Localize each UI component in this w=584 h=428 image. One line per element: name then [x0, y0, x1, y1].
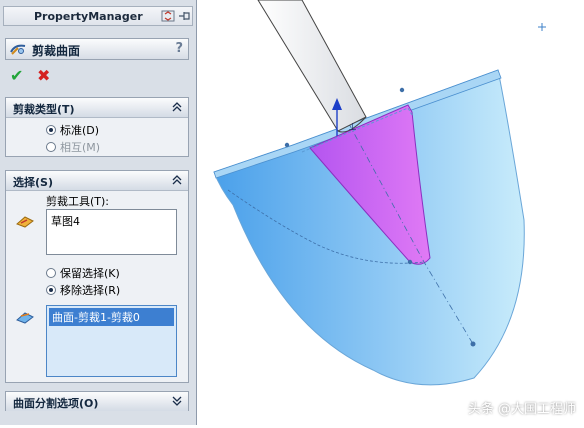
radio-dot-remove[interactable] [46, 285, 56, 295]
property-manager-header: PropertyManager [3, 6, 193, 26]
chevron-up-icon[interactable] [172, 102, 182, 112]
expand-icon[interactable] [161, 10, 175, 22]
radio-remove-label: 移除选择(R) [60, 284, 121, 297]
axis-marker: ⊥ [348, 122, 357, 133]
radio-keep-label: 保留选择(K) [60, 267, 120, 280]
selection-title: 选择(S) [13, 176, 53, 189]
help-icon[interactable]: ? [175, 41, 183, 56]
trim-type-header[interactable]: 剪裁类型(T) [6, 98, 188, 118]
radio-mutual-label: 相互(M) [60, 141, 101, 154]
split-options-title: 曲面分割选项(O) [13, 397, 99, 410]
split-options-header[interactable]: 曲面分割选项(O) [6, 392, 188, 411]
selected-items-list[interactable]: 曲面-剪裁1-剪裁0 [46, 305, 177, 377]
trim-tool-value[interactable]: 草图4 [51, 213, 80, 229]
split-options-group: 曲面分割选项(O) [5, 391, 189, 411]
feature-title-bar: 剪裁曲面 ? [5, 38, 189, 60]
radio-mutual: 相互(M) [46, 139, 100, 155]
trim-tool-label: 剪裁工具(T): [46, 195, 110, 208]
radio-dot-mutual [46, 142, 56, 152]
trim-type-title: 剪裁类型(T) [13, 103, 75, 116]
radio-standard[interactable]: 标准(D) [46, 122, 99, 138]
chevron-down-icon[interactable] [172, 396, 182, 406]
trim-tool-icon [16, 216, 34, 228]
radio-standard-label: 标准(D) [60, 124, 100, 137]
ok-button[interactable]: ✔ [10, 66, 23, 85]
trim-type-group: 剪裁类型(T) 标准(D) 相互(M) [5, 97, 189, 157]
trim-surface-model[interactable]: ⊥ [198, 0, 584, 425]
graphics-viewport[interactable]: ⊥ 头条 @大国工程师 [198, 0, 584, 425]
origin-marker [538, 23, 546, 31]
selected-item-label: 曲面-剪裁1-剪裁0 [52, 311, 140, 324]
selected-item-row[interactable]: 曲面-剪裁1-剪裁0 [49, 308, 174, 326]
pin-icon[interactable] [177, 10, 191, 22]
radio-keep-selection[interactable]: 保留选择(K) [46, 265, 120, 281]
radio-dot-standard[interactable] [46, 125, 56, 135]
selection-group: 选择(S) 剪裁工具(T): 草图4 保留选择(K) 移除选择(R) 曲面-剪裁… [5, 170, 189, 383]
watermark-text: 头条 @大国工程师 [467, 402, 576, 417]
radio-dot-keep[interactable] [46, 268, 56, 278]
cylinder-tool[interactable] [257, 0, 367, 133]
radio-remove-selection[interactable]: 移除选择(R) [46, 282, 120, 298]
chevron-up-icon[interactable] [172, 175, 182, 185]
trim-tool-list[interactable]: 草图4 [46, 209, 177, 255]
panel-title: PropertyManager [34, 10, 143, 23]
trim-surface-icon [10, 44, 26, 55]
property-manager-panel: PropertyManager 剪裁曲面 ? ✔ ✖ 剪裁类型(T) 标准(D) [0, 0, 197, 425]
selection-header[interactable]: 选择(S) [6, 171, 188, 191]
selected-items-icon [16, 312, 34, 324]
feature-title: 剪裁曲面 [32, 44, 81, 58]
cancel-button[interactable]: ✖ [37, 66, 50, 85]
